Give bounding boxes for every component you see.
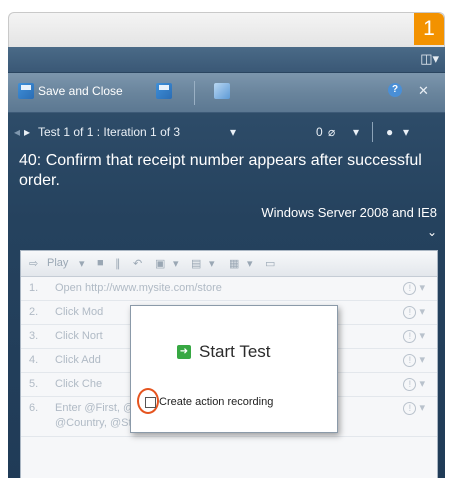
create-bug-dropdown-icon[interactable]: ▾ bbox=[209, 257, 215, 270]
step-text: Click Nort bbox=[55, 330, 103, 342]
step-number: 6. bbox=[29, 402, 39, 414]
steps-toolbar: ⇨ Play ▾ ■ ∥ ↶ ▣ ▾ ▤ ▾ ▦ ▾ ▭ bbox=[21, 251, 437, 277]
panel-header: ◫▾ bbox=[8, 47, 445, 73]
nav-separator bbox=[372, 122, 373, 142]
step-number: 2. bbox=[29, 306, 39, 318]
step-status-icon[interactable]: ! ▾ bbox=[403, 353, 425, 367]
outcome-icon[interactable]: ● bbox=[386, 125, 393, 139]
log-dropdown-icon[interactable]: ▾ bbox=[247, 257, 253, 270]
close-button[interactable]: ✕ bbox=[418, 83, 429, 99]
step-badge: 1 bbox=[414, 13, 444, 45]
window-topbar: 1 bbox=[8, 12, 445, 47]
expand-chevron-icon[interactable]: ⌄ bbox=[427, 225, 437, 239]
screenshot-frame: 1 ◫▾ Save and Close ? ✕ ◂ ▸ Test 1 of 1 … bbox=[0, 0, 449, 478]
iteration-selector[interactable]: Test 1 of 1 : Iteration 1 of 3 bbox=[38, 125, 180, 139]
test-case-title: 40: Confirm that receipt number appears … bbox=[19, 152, 422, 189]
create-action-recording-label: Create action recording bbox=[159, 396, 274, 408]
help-icon: ? bbox=[388, 83, 402, 97]
create-bug-icon[interactable]: ▤ bbox=[191, 257, 201, 270]
step-number: 4. bbox=[29, 354, 39, 366]
help-button[interactable]: ? bbox=[388, 83, 402, 97]
pause-icon[interactable]: ∥ bbox=[115, 257, 121, 270]
start-test-button[interactable]: ➜ Start Test bbox=[177, 342, 271, 362]
step-text: Click Add bbox=[55, 354, 101, 366]
toolbar-separator bbox=[194, 81, 195, 105]
step-text: Click Mod bbox=[55, 306, 104, 318]
previous-test-icon[interactable]: ◂ bbox=[14, 125, 20, 139]
undo-icon[interactable]: ↶ bbox=[133, 257, 142, 270]
step-status-icon[interactable]: ! ▾ bbox=[403, 329, 425, 343]
log-icon[interactable]: ▦ bbox=[229, 257, 239, 270]
test-configuration: Windows Server 2008 and IE8 bbox=[261, 205, 437, 220]
mark-step-icon[interactable]: ▣ bbox=[155, 257, 165, 270]
step-text: Open http://www.mysite.com/store bbox=[55, 282, 222, 294]
save-icon bbox=[156, 83, 172, 99]
step-status-icon[interactable]: ! ▾ bbox=[403, 401, 425, 415]
step-number: 1. bbox=[29, 282, 39, 294]
start-test-label: Start Test bbox=[199, 342, 271, 361]
stop-icon[interactable]: ■ bbox=[97, 257, 104, 269]
step-status-icon[interactable]: ! ▾ bbox=[403, 377, 425, 391]
create-action-recording-checkbox[interactable] bbox=[145, 396, 156, 408]
play-dropdown-icon[interactable]: ▾ bbox=[79, 257, 85, 270]
step-text: Click Che bbox=[55, 378, 103, 390]
mark-step-dropdown-icon[interactable]: ▾ bbox=[173, 257, 179, 270]
step-row[interactable]: 1. Open http://www.mysite.com/store ! ▾ bbox=[21, 277, 437, 301]
step-status-icon[interactable]: ! ▾ bbox=[403, 305, 425, 319]
next-test-icon[interactable]: ▸ bbox=[24, 125, 30, 139]
paperclip-icon[interactable]: ⌀ bbox=[328, 125, 335, 139]
layout-toggle-icon[interactable]: ◫▾ bbox=[420, 51, 439, 67]
toolbar: Save and Close ? ✕ bbox=[8, 73, 445, 113]
step-number: 3. bbox=[29, 330, 39, 342]
attachment-dropdown-icon[interactable]: ▾ bbox=[353, 125, 359, 139]
outcome-dropdown-icon[interactable]: ▾ bbox=[403, 125, 409, 139]
save-and-close-button[interactable]: Save and Close bbox=[18, 83, 123, 99]
step-status-icon[interactable]: ! ▾ bbox=[403, 281, 425, 295]
iteration-dropdown-icon[interactable]: ▾ bbox=[230, 125, 236, 139]
start-test-popup: ➜ Start Test Create action recording bbox=[130, 305, 338, 433]
save-button[interactable] bbox=[156, 83, 172, 99]
close-icon: ✕ bbox=[418, 83, 429, 98]
save-close-icon bbox=[18, 83, 34, 99]
iteration-nav: ◂ ▸ Test 1 of 1 : Iteration 1 of 3 ▾ 0 ⌀… bbox=[8, 121, 445, 145]
comment-icon[interactable]: ▭ bbox=[265, 257, 275, 270]
create-action-recording-option[interactable]: Create action recording bbox=[145, 396, 273, 408]
step-number: 5. bbox=[29, 378, 39, 390]
attachment-count: 0 bbox=[316, 125, 323, 139]
screenshot-button[interactable] bbox=[214, 83, 230, 99]
start-arrow-icon: ➜ bbox=[177, 345, 191, 359]
play-button[interactable]: Play bbox=[47, 257, 68, 269]
screenshot-icon bbox=[214, 83, 230, 99]
save-and-close-label: Save and Close bbox=[38, 84, 123, 98]
play-icon[interactable]: ⇨ bbox=[29, 257, 38, 270]
